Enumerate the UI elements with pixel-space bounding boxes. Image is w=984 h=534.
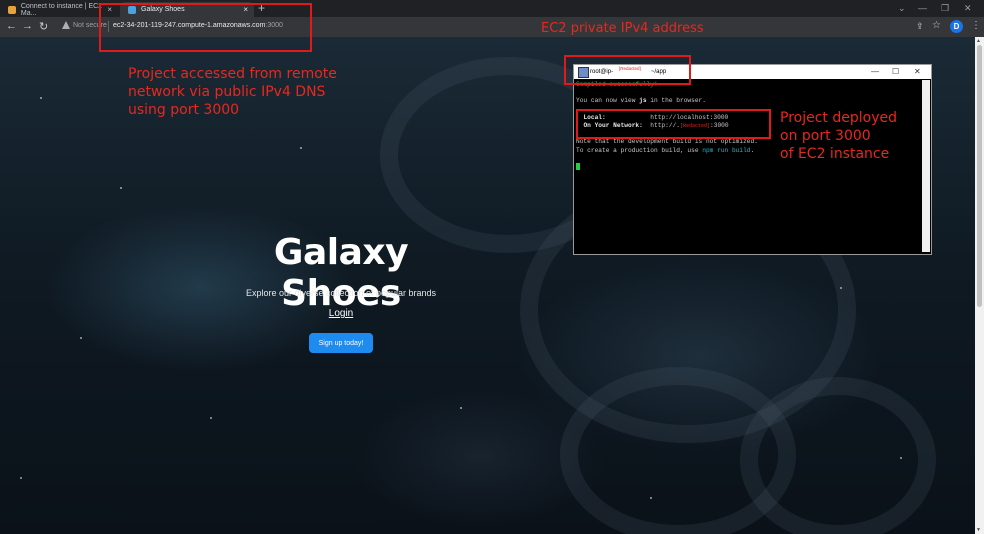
background-shoe-shape bbox=[740, 377, 936, 534]
terminal-scrollbar[interactable] bbox=[922, 80, 930, 252]
scrollbar-thumb[interactable] bbox=[977, 45, 982, 307]
note-line: Note that the development build is not o… bbox=[576, 138, 758, 146]
page-title: Galaxy Shoes bbox=[273, 232, 409, 314]
terminal-output: Compiled successfully! You can now view … bbox=[576, 81, 921, 251]
window-close-icon[interactable]: ✕ bbox=[964, 3, 972, 14]
star-dot bbox=[300, 147, 302, 149]
scroll-up-icon[interactable]: ▲ bbox=[976, 38, 981, 44]
annotation-private-ip: EC2 private IPv4 address bbox=[541, 21, 704, 36]
annotation-deployed: Project deployed on port 3000 of EC2 ins… bbox=[780, 110, 897, 162]
scroll-down-icon[interactable]: ▼ bbox=[976, 527, 981, 533]
star-dot bbox=[900, 457, 902, 459]
profile-avatar[interactable]: D bbox=[950, 20, 963, 33]
star-dot bbox=[840, 287, 842, 289]
page-subtitle: Explore our diverse collection of popula… bbox=[245, 288, 437, 298]
chevron-down-icon[interactable]: ⌄ bbox=[898, 3, 906, 14]
warning-icon[interactable] bbox=[62, 21, 70, 29]
maximize-icon[interactable]: ❐ bbox=[941, 3, 949, 14]
star-icon[interactable]: ☆ bbox=[932, 20, 941, 31]
back-arrow-icon[interactable]: ← bbox=[6, 20, 17, 32]
window-close-icon[interactable]: ✕ bbox=[914, 67, 921, 76]
share-icon[interactable]: ⇪ bbox=[916, 21, 924, 32]
star-dot bbox=[80, 337, 82, 339]
url-highlight-box bbox=[99, 3, 312, 52]
view-line: You can now view js in the browser. bbox=[576, 97, 706, 105]
minimize-icon[interactable]: — bbox=[918, 3, 927, 13]
network-highlight-box bbox=[576, 109, 771, 139]
ip-highlight-box bbox=[564, 55, 691, 85]
aws-favicon-icon bbox=[8, 5, 16, 14]
maximize-icon[interactable]: ☐ bbox=[892, 67, 899, 76]
menu-icon[interactable]: ⋮ bbox=[971, 20, 981, 31]
star-dot bbox=[20, 477, 22, 479]
star-dot bbox=[120, 187, 122, 189]
login-link[interactable]: Login bbox=[212, 308, 470, 319]
terminal-cursor bbox=[576, 163, 580, 171]
reload-icon[interactable]: ↻ bbox=[39, 20, 48, 33]
star-dot bbox=[650, 497, 652, 499]
annotation-remote-access: Project accessed from remote network via… bbox=[128, 66, 337, 118]
star-dot bbox=[40, 97, 42, 99]
star-dot bbox=[210, 417, 212, 419]
signup-button[interactable]: Sign up today! bbox=[309, 333, 373, 353]
create-line: To create a production build, use npm ru… bbox=[576, 146, 755, 154]
star-dot bbox=[460, 407, 462, 409]
forward-arrow-icon[interactable]: → bbox=[22, 20, 33, 32]
minimize-icon[interactable]: — bbox=[871, 67, 879, 76]
